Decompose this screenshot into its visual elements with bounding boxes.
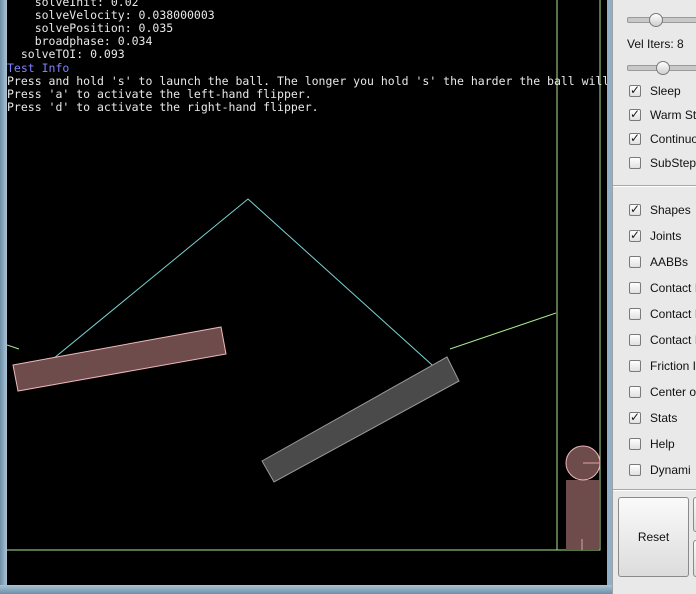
section-separator-highlight <box>613 490 696 491</box>
checkbox[interactable] <box>629 464 641 476</box>
left-side-edge <box>7 344 20 350</box>
stats-line: solveTOI: 0.093 <box>7 47 125 61</box>
checkbox-label: Stats <box>650 411 678 425</box>
checkbox[interactable] <box>629 228 641 242</box>
reset-button-label: Reset <box>637 530 670 544</box>
simulation-canvas[interactable]: Test Info Press and hold 's' to launch t… <box>7 0 607 585</box>
checkbox-label: SubStep <box>650 156 696 170</box>
checkbox[interactable] <box>629 386 641 398</box>
checkbox-label: Shapes <box>650 203 691 217</box>
checkbox-label: Sleep <box>650 84 681 98</box>
section-separator-highlight <box>613 186 696 187</box>
checkbox-label: Contact I <box>650 307 696 321</box>
checkbox[interactable] <box>629 334 641 346</box>
window-bottom-border <box>0 585 696 594</box>
test-info-line: Press 'd' to activate the right-hand fli… <box>7 100 319 114</box>
checkbox[interactable] <box>629 131 641 145</box>
slider-thumb[interactable] <box>656 61 671 75</box>
left-flipper <box>12 326 227 392</box>
velocity-iterations-slider[interactable] <box>627 61 696 75</box>
right-side-edge <box>449 312 557 350</box>
checkbox-label: Dynami <box>650 463 691 477</box>
checkbox-label: Contact I <box>650 281 696 295</box>
checkbox[interactable] <box>629 107 641 121</box>
checkbox-label: Help <box>650 437 675 451</box>
checkbox-label: Friction I <box>650 359 696 373</box>
checkbox[interactable] <box>629 410 641 424</box>
checkbox-label: Warm St <box>650 108 696 122</box>
checkbox[interactable] <box>629 256 641 268</box>
checkbox-label: Joints <box>650 229 682 243</box>
checkbox-label: Continuo <box>650 132 696 146</box>
position-iterations-slider[interactable] <box>627 13 696 27</box>
checkbox[interactable] <box>629 202 641 216</box>
settings-panel: Vel Iters: 8 Reset Sleep Warm St Continuo S… <box>612 0 696 594</box>
checkbox-label: Center o <box>650 385 696 399</box>
checkbox[interactable] <box>629 360 641 372</box>
checkbox-label: AABBs <box>650 255 689 269</box>
checkbox[interactable] <box>629 157 641 169</box>
checkbox[interactable] <box>629 282 641 294</box>
window-left-border <box>0 0 7 594</box>
slider-thumb[interactable] <box>649 13 663 27</box>
checkbox[interactable] <box>629 438 641 450</box>
checkbox-label: Contact I <box>650 333 696 347</box>
reset-button[interactable]: Reset <box>618 497 689 577</box>
checkbox[interactable] <box>629 83 641 97</box>
right-flipper <box>261 356 460 483</box>
checkbox[interactable] <box>629 308 641 320</box>
vel-iters-label: Vel Iters: 8 <box>627 37 684 51</box>
